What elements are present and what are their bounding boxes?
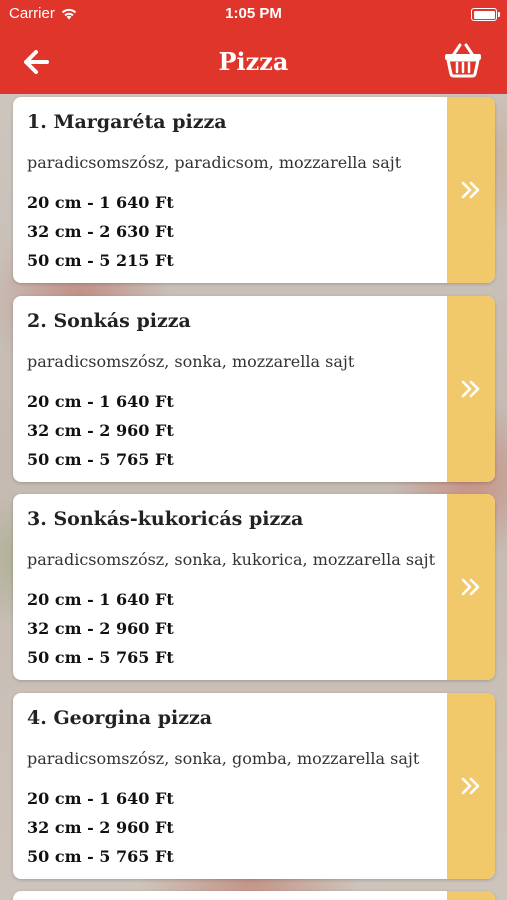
pizza-ingredients: paradicsomszósz, sonka, kukorica, mozzar… xyxy=(27,550,436,569)
pizza-name: 2. Sonkás pizza xyxy=(27,309,191,332)
card-body: 3. Sonkás-kukoricás pizza paradicsomszós… xyxy=(13,494,447,680)
price-32cm: 32 cm - 2 960 Ft xyxy=(27,420,174,440)
price-32cm: 32 cm - 2 630 Ft xyxy=(27,222,174,241)
double-chevron-right-icon xyxy=(461,777,480,794)
pizza-card-georgina[interactable]: 4. Georgina pizza paradicsomszósz, sonka… xyxy=(13,692,495,879)
price-20cm: 20 cm - 1 640 Ft xyxy=(27,590,174,609)
pizza-name: 4. Georgina pizza xyxy=(27,706,213,729)
double-chevron-right-icon xyxy=(461,578,480,596)
card-body: 2. Sonkás pizza paradicsomszósz, sonka, … xyxy=(13,296,447,482)
open-pizza-button[interactable] xyxy=(447,692,495,879)
navigation-bar: Pizza xyxy=(0,30,507,94)
open-pizza-button[interactable] xyxy=(447,891,495,900)
pizza-card-sonkas[interactable]: 2. Sonkás pizza paradicsomszósz, sonka, … xyxy=(13,295,495,482)
basket-button[interactable] xyxy=(443,42,483,78)
battery-icon xyxy=(471,8,500,21)
pizza-ingredients: paradicsomszósz, sonka, mozzarella sajt xyxy=(27,351,355,371)
pizza-ingredients: paradicsomszósz, sonka, gomba, mozzarell… xyxy=(27,748,420,768)
price-20cm: 20 cm - 1 640 Ft xyxy=(27,391,174,411)
basket-icon xyxy=(445,43,481,78)
card-body: 1. Margaréta pizza paradicsomszósz, para… xyxy=(13,97,447,283)
price-32cm: 32 cm - 2 960 Ft xyxy=(27,619,174,638)
card-body: 4. Georgina pizza paradicsomszósz, sonka… xyxy=(13,693,447,879)
pizza-ingredients: paradicsomszósz, paradicsom, mozzarella … xyxy=(27,153,402,172)
pizza-card-margareta[interactable]: 1. Margaréta pizza paradicsomszósz, para… xyxy=(13,97,495,283)
price-50cm: 50 cm - 5 765 Ft xyxy=(27,846,174,866)
price-50cm: 50 cm - 5 215 Ft xyxy=(27,251,174,270)
open-pizza-button[interactable] xyxy=(447,97,495,283)
pizza-card-sonkas-kukoricas[interactable]: 3. Sonkás-kukoricás pizza paradicsomszós… xyxy=(13,494,495,680)
double-chevron-right-icon xyxy=(461,380,480,397)
clock: 1:05 PM xyxy=(225,5,282,22)
pizza-name: 3. Sonkás-kukoricás pizza xyxy=(27,508,304,530)
price-32cm: 32 cm - 2 960 Ft xyxy=(27,817,174,837)
price-50cm: 50 cm - 5 765 Ft xyxy=(27,449,174,469)
pizza-list: 1. Margaréta pizza paradicsomszósz, para… xyxy=(13,97,495,900)
price-50cm: 50 cm - 5 765 Ft xyxy=(27,648,174,667)
page-title: Pizza xyxy=(218,47,289,76)
open-pizza-button[interactable] xyxy=(447,494,495,680)
open-pizza-button[interactable] xyxy=(447,295,495,482)
pizza-name: 1. Margaréta pizza xyxy=(27,111,227,133)
status-bar: Carrier 1:05 PM xyxy=(0,0,507,30)
double-chevron-right-icon xyxy=(461,181,480,199)
pizza-card-next-partial[interactable] xyxy=(13,891,495,900)
price-20cm: 20 cm - 1 640 Ft xyxy=(27,193,174,212)
price-20cm: 20 cm - 1 640 Ft xyxy=(27,788,174,808)
